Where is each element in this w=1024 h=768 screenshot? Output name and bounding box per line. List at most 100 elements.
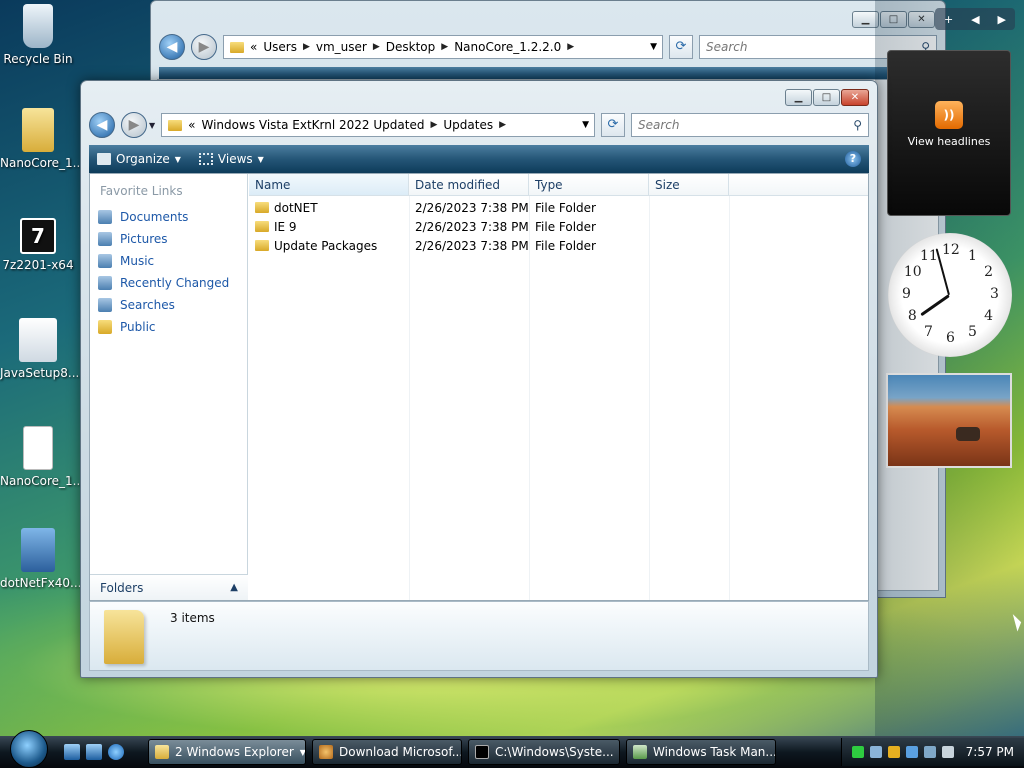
feed-headlines-gadget[interactable]: )) View headlines [887,50,1011,216]
notification-area: 7:57 PM [840,738,1024,766]
folders-toggle[interactable]: Folders ▲ [90,574,248,600]
recently-changed-icon [98,276,112,290]
chevron-down-icon: ▼ [299,747,306,757]
item-count: 3 items [170,611,215,625]
chevron-right-icon[interactable]: ▶ [567,42,574,52]
desktop-icon-nanocore-folder[interactable]: NanoCore_1... [0,108,84,170]
help-icon[interactable]: ? [845,151,861,167]
chevron-up-icon: ▲ [230,582,238,593]
recent-pages-dropdown[interactable]: ▼ [149,121,155,130]
chevron-right-icon[interactable]: ▶ [499,120,506,130]
start-button[interactable] [10,730,48,768]
chevron-right-icon[interactable]: ▶ [441,42,448,52]
organize-button[interactable]: Organize ▼ [97,152,181,166]
taskbar-button-download[interactable]: Download Microsof... [312,739,462,765]
favorite-links-title: Favorite Links [100,184,183,198]
folder-icon [104,610,144,664]
chevron-right-icon[interactable]: ▶ [430,120,437,130]
command-toolbar: Organize ▼ Views ▼ ? [89,145,869,173]
recycle-bin-icon [23,4,53,48]
chevron-down-icon: ▼ [174,154,181,164]
add-gadget-icon[interactable]: + [944,13,953,26]
network-icon[interactable] [869,746,882,758]
favorite-link-searches[interactable]: Searches [90,294,247,316]
ie-icon [319,745,333,759]
breadcrumb-updates[interactable]: Updates [443,118,493,132]
maximize-button[interactable]: □ [813,89,840,106]
next-icon[interactable]: ▶ [998,13,1006,26]
search-icon[interactable]: ⚲ [853,118,862,132]
connection-icon[interactable] [923,746,936,758]
desktop-icon-dotnetfx[interactable]: dotNetFx40... [0,528,81,590]
volume-muted-icon[interactable] [941,746,954,758]
taskbar-button-task-manager[interactable]: Windows Task Man... [626,739,776,765]
chevron-right-icon[interactable]: ▶ [303,42,310,52]
internet-explorer-icon[interactable] [108,744,124,760]
show-desktop-icon[interactable] [64,744,80,760]
favorite-link-music[interactable]: Music [90,250,247,272]
update-icon[interactable] [905,746,918,758]
search-input[interactable]: Search ⚲ [631,113,869,137]
file-list: Name Date modified Type Size dotNET 2/26… [249,174,868,600]
7zip-installer-icon: 7 [20,218,56,254]
column-header-type[interactable]: Type [529,174,649,195]
folder-icon [255,240,269,251]
favorite-link-pictures[interactable]: Pictures [90,228,247,250]
file-name: IE 9 [274,219,297,234]
folder-icon [155,745,169,759]
breadcrumb-overflow[interactable]: « [188,118,195,132]
breadcrumb-users[interactable]: Users [263,40,297,54]
taskbar-button-windows-explorer[interactable]: 2 Windows Explorer ▼ [148,739,306,765]
clock-numeral: 12 [942,242,960,258]
slideshow-gadget[interactable] [886,373,1012,468]
favorite-link-documents[interactable]: Documents [90,206,247,228]
back-button[interactable]: ◀ [89,112,115,138]
file-icon [23,426,53,470]
refresh-button[interactable]: ⟳ [601,113,625,137]
file-row[interactable]: Update Packages 2/26/2023 7:38 PM File F… [249,236,868,255]
chevron-right-icon[interactable]: ▶ [373,42,380,52]
cpu-meter-icon[interactable] [851,746,864,758]
breadcrumb-windows-vista-extkrnl[interactable]: Windows Vista ExtKrnl 2022 Updated [202,118,425,132]
desktop-icon-java-setup[interactable]: JavaSetup8... [0,318,79,380]
explorer-window[interactable]: ▁ □ ✕ ◀ ▶ ▼ « Windows Vista ExtKrnl 2022… [80,80,878,678]
close-button[interactable]: ✕ [841,89,869,106]
file-row[interactable]: IE 9 2/26/2023 7:38 PM File Folder [249,217,868,236]
chevron-down-icon[interactable]: ▼ [577,120,594,130]
back-window-address-bar[interactable]: « Users ▶ vm_user ▶ Desktop ▶ NanoCore_1.2.… [223,35,663,59]
task-manager-icon [633,745,647,759]
taskbar-button-cmd[interactable]: C:\Windows\Syste... [468,739,620,765]
breadcrumb-desktop[interactable]: Desktop [386,40,436,54]
previous-icon[interactable]: ◀ [971,13,979,26]
forward-button[interactable]: ▶ [191,34,217,60]
switch-windows-icon[interactable] [86,744,102,760]
column-header-size[interactable]: Size [649,174,729,195]
rss-icon: )) [935,101,963,129]
views-button[interactable]: Views ▼ [198,152,264,166]
breadcrumb-vm-user[interactable]: vm_user [316,40,367,54]
minimize-button[interactable]: ▁ [785,89,812,106]
security-shield-icon[interactable] [887,746,900,758]
command-prompt-icon [475,745,489,759]
file-date: 2/26/2023 7:38 PM [415,200,529,215]
file-row[interactable]: dotNET 2/26/2023 7:38 PM File Folder [249,198,868,217]
music-icon [98,254,112,268]
taskbar-clock[interactable]: 7:57 PM [966,745,1014,759]
forward-button[interactable]: ▶ [121,112,147,138]
desktop-icon-nanocore-file[interactable]: NanoCore_1... [0,426,84,488]
desktop-icon-recycle-bin[interactable]: Recycle Bin [0,4,76,66]
breadcrumb-nanocore[interactable]: NanoCore_1.2.2.0 [454,40,561,54]
sidebar-controls: + ◀ ▶ [935,8,1015,30]
address-bar[interactable]: « Windows Vista ExtKrnl 2022 Updated ▶ Up… [161,113,595,137]
desktop-icon-7zip[interactable]: 7 7z2201-x64 [0,218,76,272]
chevron-down-icon: ▼ [257,154,264,164]
column-header-date-modified[interactable]: Date modified [409,174,529,195]
chevron-down-icon[interactable]: ▼ [645,42,662,52]
favorite-link-public[interactable]: Public [90,316,247,338]
refresh-button[interactable]: ⟳ [669,35,693,59]
favorite-link-recently-changed[interactable]: Recently Changed [90,272,247,294]
clock-gadget[interactable]: 12 1 2 3 4 5 6 7 8 9 10 11 [888,233,1012,357]
back-button[interactable]: ◀ [159,34,185,60]
folder-icon [255,202,269,213]
column-header-name[interactable]: Name [249,174,409,195]
